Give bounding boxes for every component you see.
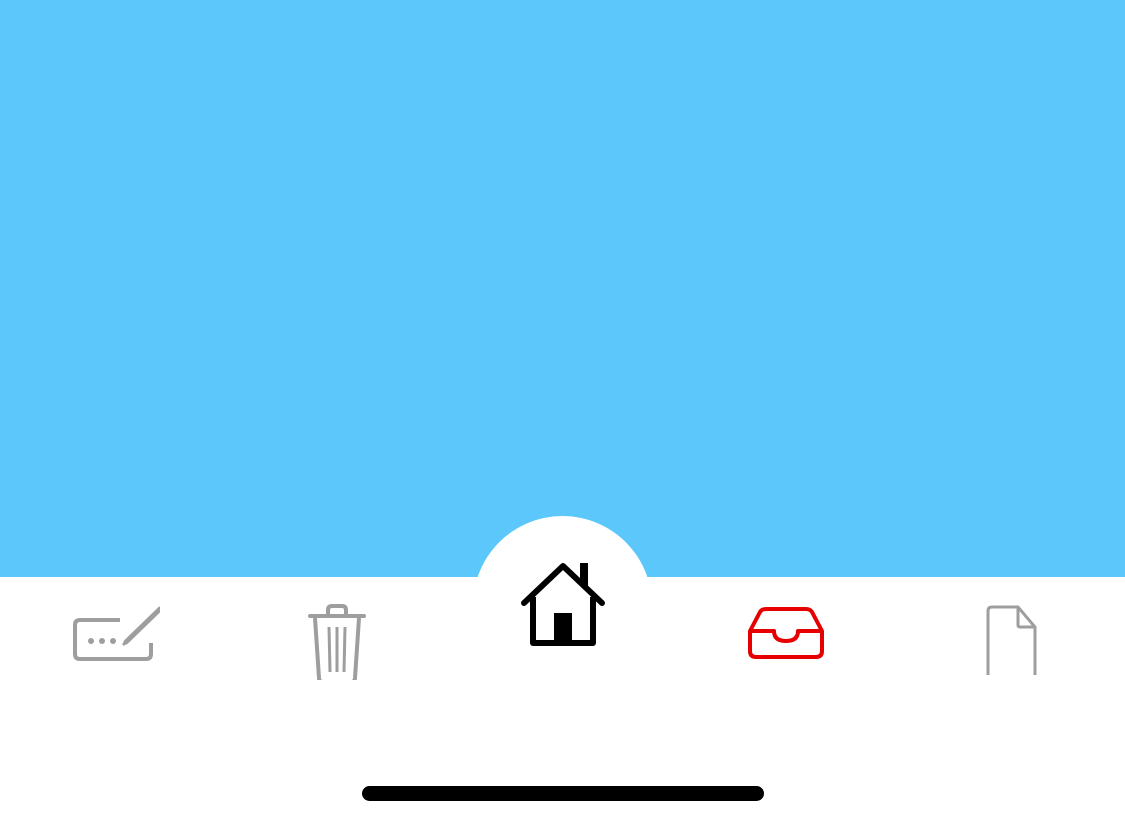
trash-icon [308, 604, 366, 680]
app-screen [0, 0, 1125, 825]
content-area [0, 0, 1125, 577]
home-indicator [362, 786, 764, 801]
document-icon [986, 605, 1037, 675]
tab-document[interactable] [951, 590, 1071, 690]
tab-trash[interactable] [277, 590, 397, 690]
compose-icon [73, 606, 160, 661]
tab-tray[interactable] [726, 583, 846, 683]
home-button[interactable] [473, 516, 652, 695]
tab-compose[interactable] [50, 585, 170, 685]
home-icon [520, 562, 605, 646]
tray-icon [748, 607, 824, 659]
